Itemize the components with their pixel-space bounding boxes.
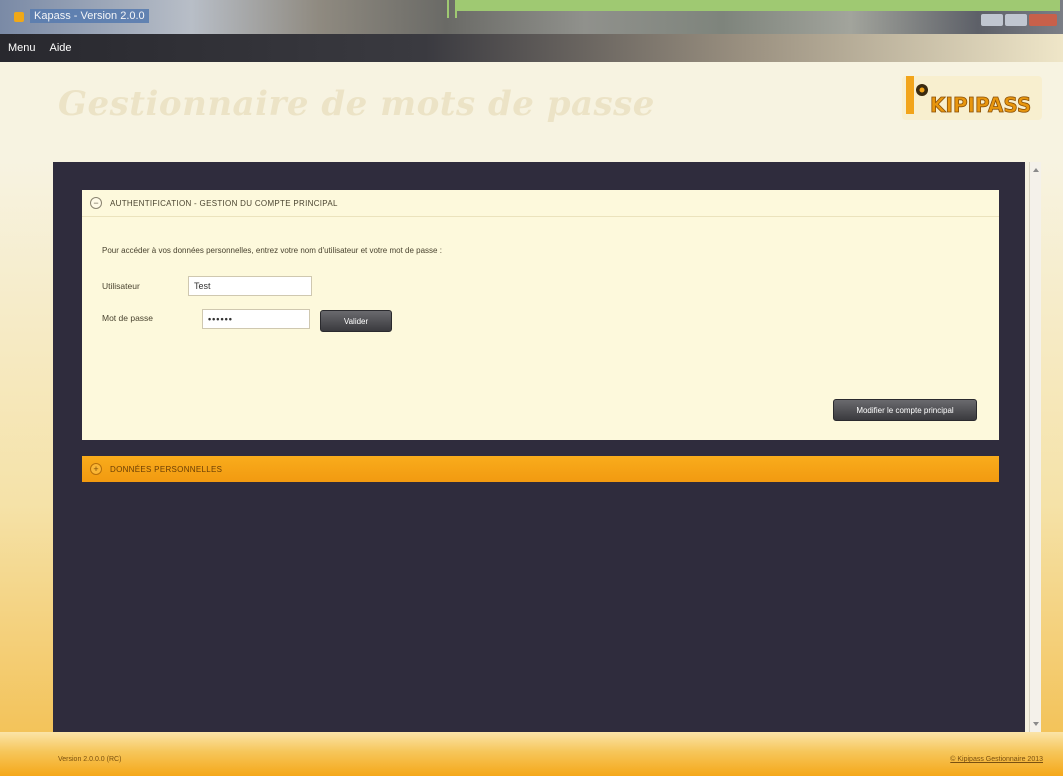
version-text: Version 2.0.0.0 (RC) bbox=[58, 756, 122, 763]
window-title-bar[interactable]: Kapass - Version 2.0.0 bbox=[0, 0, 1063, 34]
auth-section-title: AUTHENTIFICATION - GESTION DU COMPTE PRI… bbox=[110, 198, 338, 208]
maximize-button[interactable] bbox=[1005, 14, 1027, 26]
close-button[interactable] bbox=[1029, 14, 1057, 26]
personal-data-title: DONNÉES PERSONNELLES bbox=[110, 464, 223, 474]
app-header: Gestionnaire de mots de passe KIPIPASS bbox=[0, 62, 1063, 162]
password-field[interactable]: •••••• bbox=[202, 309, 310, 329]
password-label: Mot de passe bbox=[102, 313, 154, 323]
personal-data-section-header[interactable]: + DONNÉES PERSONNELLES bbox=[82, 456, 999, 482]
auth-section: − AUTHENTIFICATION - GESTION DU COMPTE P… bbox=[82, 190, 999, 440]
scroll-down-icon[interactable] bbox=[1033, 722, 1039, 726]
page-title: Gestionnaire de mots de passe bbox=[58, 84, 655, 124]
auth-section-header[interactable]: − AUTHENTIFICATION - GESTION DU COMPTE P… bbox=[82, 190, 999, 216]
minimize-button[interactable] bbox=[981, 14, 1003, 26]
overlay-block bbox=[456, 0, 1060, 11]
user-field[interactable]: Test bbox=[188, 276, 312, 296]
side-frame-left bbox=[0, 162, 53, 732]
expand-icon[interactable]: + bbox=[90, 463, 102, 475]
window-title: Kapass - Version 2.0.0 bbox=[30, 9, 149, 23]
kipipass-logo: KIPIPASS bbox=[902, 76, 1042, 120]
copyright-link[interactable]: © Kipipass Gestionnaire 2013 bbox=[950, 756, 1043, 763]
menu-item-menu[interactable]: Menu bbox=[8, 42, 36, 54]
window-controls bbox=[981, 14, 1057, 26]
section-divider bbox=[82, 216, 999, 217]
app-icon bbox=[14, 12, 24, 22]
app-footer: Version 2.0.0.0 (RC) © Kipipass Gestionn… bbox=[0, 732, 1063, 776]
modify-account-button[interactable]: Modifier le compte principal bbox=[833, 399, 977, 421]
logo-text: KIPIPASS bbox=[930, 93, 1031, 117]
user-label: Utilisateur bbox=[102, 281, 140, 291]
menu-item-aide[interactable]: Aide bbox=[50, 42, 72, 54]
scroll-up-icon[interactable] bbox=[1033, 168, 1039, 172]
menu-bar: Menu Aide bbox=[0, 34, 1063, 62]
vertical-scrollbar[interactable] bbox=[1029, 162, 1041, 732]
side-frame-right bbox=[1041, 162, 1063, 732]
collapse-icon[interactable]: − bbox=[90, 197, 102, 209]
auth-intro-text: Pour accéder à vos données personnelles,… bbox=[102, 246, 442, 255]
validate-button[interactable]: Valider bbox=[320, 310, 392, 332]
